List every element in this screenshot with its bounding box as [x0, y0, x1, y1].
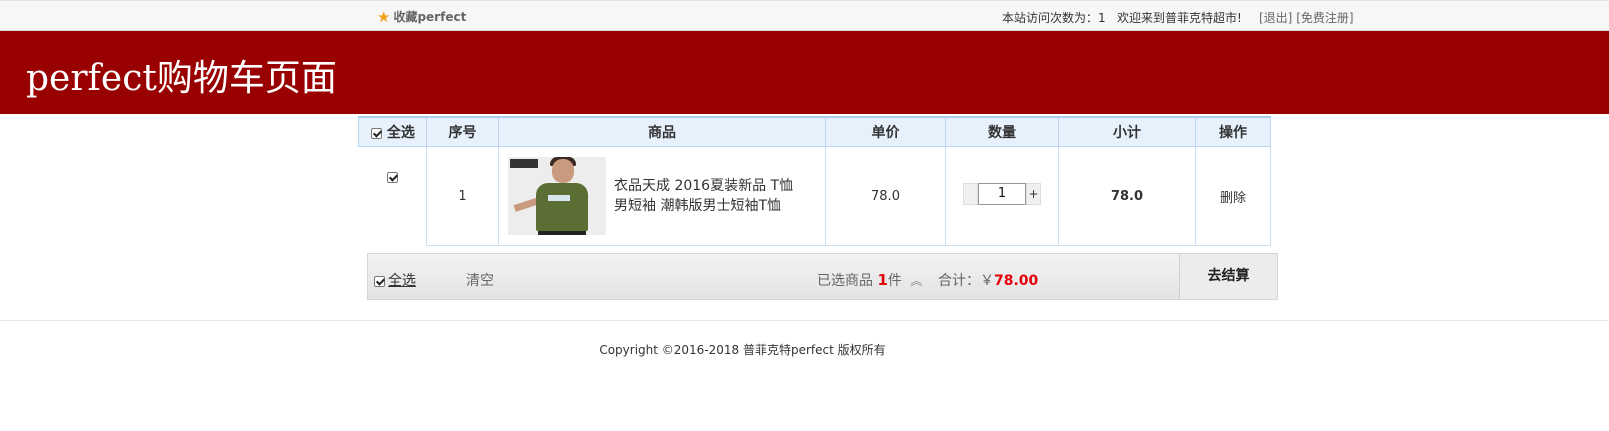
welcome-text: 欢迎来到普菲克特超市!: [1117, 11, 1242, 25]
clear-cart-link[interactable]: 清空: [466, 270, 494, 290]
selected-count: 已选商品 1件 ︽: [817, 270, 922, 290]
header-index: 序号: [426, 116, 499, 147]
page-title: perfect购物车页面: [26, 58, 337, 99]
star-icon: ★: [377, 7, 391, 26]
logout-link[interactable]: [退出]: [1259, 11, 1292, 25]
visits-label: 本站访问次数为：: [1002, 11, 1099, 25]
row-unit-price: 78.0: [825, 146, 946, 246]
top-bar: ★ 收藏perfect 本站访问次数为：1 欢迎来到普菲克特超市! [退出] […: [0, 0, 1609, 31]
header-action: 操作: [1195, 116, 1271, 147]
selected-count-value: 1: [877, 271, 888, 289]
quantity-decrease-button[interactable]: [963, 183, 978, 205]
quantity-input[interactable]: 1: [978, 183, 1026, 205]
footer-divider: [0, 320, 1609, 321]
select-all-checkbox[interactable]: [371, 127, 382, 139]
header-select-all[interactable]: 全选: [358, 116, 427, 147]
selected-prefix: 已选商品: [817, 273, 873, 289]
currency-symbol: ￥: [980, 273, 994, 289]
summary-select-all-checkbox[interactable]: [374, 275, 385, 287]
summary-select-all[interactable]: 全选: [374, 270, 416, 290]
register-link[interactable]: [免费注册]: [1296, 11, 1353, 25]
selected-suffix: 件: [887, 273, 902, 289]
copyright-text: Copyright ©2016-2018 普菲克特perfect 版权所有: [599, 343, 886, 357]
cart-summary-bar: 全选 清空 已选商品 1件 ︽ 合计：￥78.00 去结算: [367, 253, 1278, 300]
row-product-cell: 衣品天成 2016夏装新品 T恤男短袖 潮韩版男士短袖T恤: [498, 146, 826, 246]
visit-counter: 本站访问次数为：1: [1002, 9, 1106, 26]
total-price: 合计：￥78.00: [938, 270, 1038, 290]
total-amount: 78.00: [994, 273, 1039, 289]
product-name-link[interactable]: 衣品天成 2016夏装新品 T恤男短袖 潮韩版男士短袖T恤: [614, 176, 794, 216]
favorite-link[interactable]: ★ 收藏perfect: [377, 8, 466, 25]
product-image[interactable]: [508, 157, 606, 235]
quantity-stepper: 1 +: [963, 183, 1041, 205]
row-subtotal: 78.0: [1058, 146, 1196, 246]
row-delete-link[interactable]: 删除: [1195, 146, 1271, 246]
page-banner: perfect购物车页面: [0, 31, 1609, 114]
chevron-up-icon[interactable]: ︽: [910, 274, 922, 288]
summary-select-all-label[interactable]: 全选: [388, 273, 416, 289]
header-subtotal: 小计: [1058, 116, 1196, 147]
header-quantity: 数量: [945, 116, 1059, 147]
table-header-row: 全选 序号 商品 单价 数量 小计 操作: [358, 116, 1271, 147]
header-unit-price: 单价: [825, 116, 946, 147]
select-all-label: 全选: [386, 125, 415, 141]
favorite-label: 收藏perfect: [393, 10, 467, 24]
row-checkbox[interactable]: [386, 172, 398, 183]
cart-table: 全选 序号 商品 单价 数量 小计 操作 1 衣品天成 2016夏装新品 T恤男…: [358, 116, 1271, 246]
account-links: [退出] [免费注册]: [1259, 9, 1354, 26]
header-product: 商品: [498, 116, 826, 147]
row-index: 1: [426, 146, 499, 246]
quantity-increase-button[interactable]: +: [1026, 183, 1041, 205]
visits-count: 1: [1098, 11, 1106, 25]
table-row: 1 衣品天成 2016夏装新品 T恤男短袖 潮韩版男士短袖T恤 78.0 1 +…: [358, 146, 1271, 246]
checkout-button[interactable]: 去结算: [1179, 254, 1277, 299]
row-select-cell: [358, 146, 427, 246]
row-quantity-cell: 1 +: [945, 146, 1059, 246]
total-label: 合计：: [938, 273, 980, 289]
